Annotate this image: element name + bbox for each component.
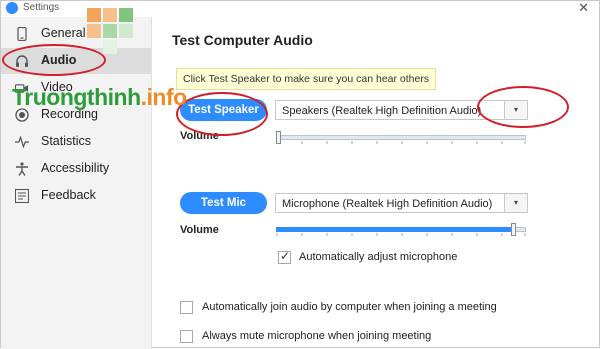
test-speaker-button[interactable]: Test Speaker <box>180 99 267 121</box>
page-title: Test Computer Audio <box>172 32 313 48</box>
sidebar-item-label: Statistics <box>41 134 92 148</box>
watermark-logo-square <box>119 8 133 22</box>
speaker-device-value: Speakers (Realtek High Definition Audio) <box>282 105 482 117</box>
settings-sidebar: General Audio Video Recording Statistics <box>1 17 152 349</box>
watermark-logo-square <box>119 24 133 38</box>
sidebar-item-label: General <box>41 26 86 40</box>
headphones-icon <box>15 53 29 69</box>
auto-join-audio-label: Automatically join audio by computer whe… <box>202 301 497 313</box>
sidebar-item-feedback[interactable]: Feedback <box>1 183 151 209</box>
watermark-logo-square <box>87 8 101 22</box>
microphone-device-value: Microphone (Realtek High Definition Audi… <box>282 198 493 210</box>
speaker-volume-label: Volume <box>180 130 219 142</box>
sidebar-item-label: Accessibility <box>41 161 110 175</box>
sidebar-item-audio[interactable]: Audio <box>1 48 151 74</box>
sidebar-item-accessibility[interactable]: Accessibility <box>1 156 151 182</box>
sidebar-item-label: Feedback <box>41 188 96 202</box>
zoom-app-icon <box>6 2 18 14</box>
accessibility-icon <box>15 161 29 177</box>
mute-mic-on-join-label: Always mute microphone when joining meet… <box>202 330 432 342</box>
watermark-logo-square <box>103 8 117 22</box>
speaker-volume-track[interactable] <box>276 135 526 140</box>
checkmark-icon: ✓ <box>280 249 291 263</box>
mic-volume-label: Volume <box>180 224 219 236</box>
settings-window: Settings ✕ General Audio Video Recording… <box>0 0 600 349</box>
speaker-device-select[interactable]: Speakers (Realtek High Definition Audio)… <box>275 100 528 120</box>
sidebar-item-label: Audio <box>41 53 77 67</box>
phone-settings-icon <box>15 26 29 42</box>
watermark-logo-square <box>103 24 117 38</box>
auto-adjust-mic-checkbox[interactable]: ✓ <box>278 249 291 264</box>
feedback-icon <box>15 188 29 204</box>
mic-volume-ticks <box>276 233 526 236</box>
watermark-logo-text: Truongthinh.info <box>12 84 187 110</box>
auto-join-audio-checkbox[interactable] <box>180 301 193 314</box>
mic-volume-thumb[interactable] <box>511 223 516 236</box>
watermark-logo-square <box>103 40 117 54</box>
test-mic-button[interactable]: Test Mic <box>180 192 267 214</box>
close-icon[interactable]: ✕ <box>578 0 589 16</box>
sidebar-item-statistics[interactable]: Statistics <box>1 129 151 155</box>
speaker-hint-tooltip: Click Test Speaker to make sure you can … <box>176 68 437 90</box>
pulse-icon <box>15 134 29 150</box>
audio-settings-panel: Test Computer Audio Click Test Speaker t… <box>152 17 599 349</box>
microphone-device-select[interactable]: Microphone (Realtek High Definition Audi… <box>275 193 528 213</box>
mute-mic-on-join-checkbox[interactable] <box>180 330 193 343</box>
watermark-logo-square <box>87 24 101 38</box>
mic-volume-fill <box>276 227 514 232</box>
auto-adjust-mic-label: Automatically adjust microphone <box>299 251 458 263</box>
speaker-volume-thumb[interactable] <box>276 131 281 144</box>
chevron-down-icon[interactable]: ▾ <box>504 101 527 119</box>
window-title: Settings <box>23 2 60 13</box>
speaker-volume-ticks <box>276 141 526 144</box>
chevron-down-icon[interactable]: ▾ <box>504 194 527 212</box>
